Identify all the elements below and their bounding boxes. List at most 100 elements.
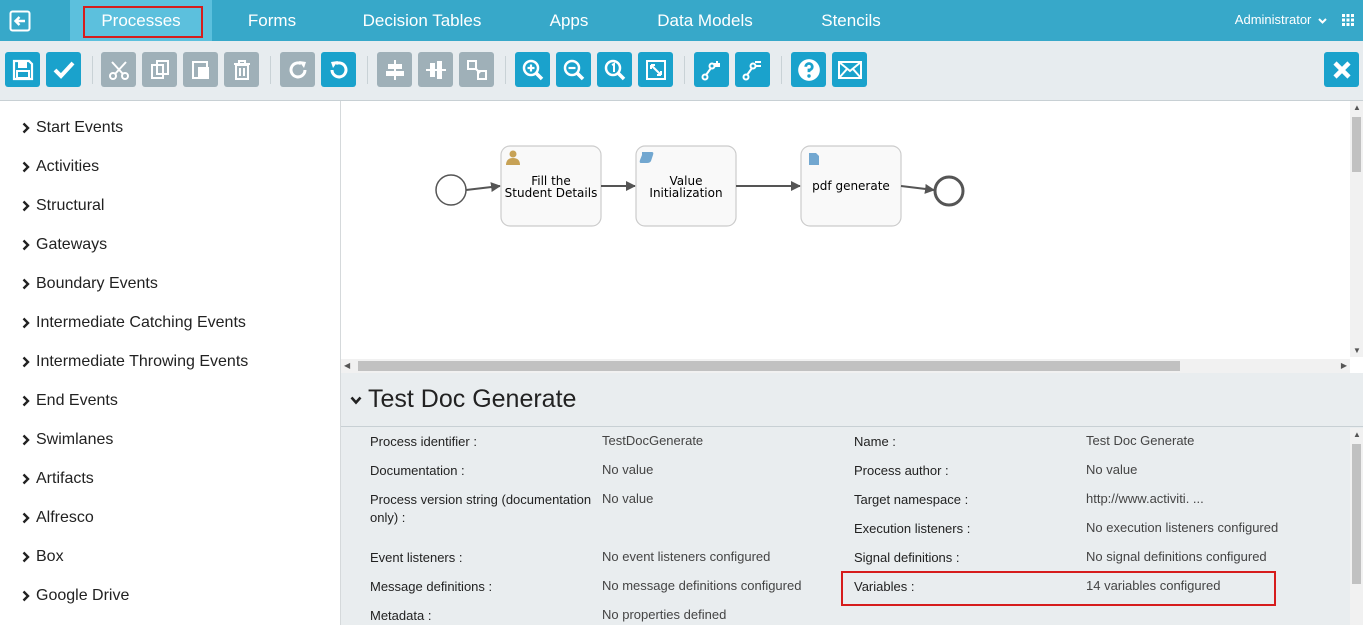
envelope-icon [837,60,862,79]
canvas-horizontal-scrollbar[interactable]: ◀ ▶ [341,359,1350,373]
palette-group-boundary-events[interactable]: Boundary Events [22,273,158,295]
chevron-down-icon [1318,18,1327,24]
grid-icon[interactable] [1342,14,1354,26]
palette-group-intermediate-catching-events[interactable]: Intermediate Catching Events [22,312,246,334]
scrollbar-thumb[interactable] [358,361,1180,371]
palette-group-end-events[interactable]: End Events [22,390,118,412]
diagram-canvas[interactable]: Fill the Student Details Value Initializ… [341,101,1363,373]
toolbar-separator [505,56,506,84]
save-button[interactable] [5,52,40,87]
tab-decision-tables[interactable]: Decision Tables [342,0,502,41]
palette-group-label: Structural [36,197,105,214]
close-editor-button[interactable] [1324,52,1359,87]
remove-bendpoint-button[interactable] [735,52,770,87]
tab-data-models[interactable]: Data Models [640,0,770,41]
scroll-up-arrow[interactable]: ▲ [1353,430,1361,439]
validate-button[interactable] [46,52,81,87]
palette-group-label: Swimlanes [36,431,114,448]
scroll-left-arrow[interactable]: ◀ [344,361,350,370]
chevron-right-icon [22,551,30,563]
copy-button[interactable] [142,52,177,87]
sequence-flow[interactable] [465,182,501,193]
same-size-button[interactable] [459,52,494,87]
delete-button[interactable] [224,52,259,87]
align-vertical-button[interactable] [418,52,453,87]
sequence-flow[interactable] [900,183,935,194]
zoom-out-icon [563,59,584,80]
property-value[interactable]: 14 variables configured [1086,578,1220,594]
palette-group-gateways[interactable]: Gateways [22,234,107,256]
scroll-up-arrow[interactable]: ▲ [1353,103,1361,112]
property-value[interactable]: http://www.activiti. ... [1086,491,1204,507]
zoom-out-button[interactable] [556,52,591,87]
property-value[interactable]: No value [1086,462,1137,478]
property-value[interactable]: No value [602,462,653,478]
save-icon [12,59,33,80]
undo-button[interactable] [321,52,356,87]
palette-group-alfresco[interactable]: Alfresco [22,507,94,529]
paste-icon [191,60,209,79]
palette-group-label: Artifacts [36,470,94,487]
property-value[interactable]: No event listeners configured [602,549,770,565]
redo-icon [289,60,306,78]
property-label: Event listeners : [370,550,463,565]
palette-group-structural[interactable]: Structural [22,195,104,217]
trash-icon [233,59,250,80]
property-value[interactable]: No value [602,491,653,507]
top-navigation-bar: Processes Forms Decision Tables Apps Dat… [0,0,1363,48]
task-label-line: pdf generate [812,179,890,193]
document-task-icon [809,153,819,165]
property-label: Target namespace : [854,492,969,507]
scrollbar-thumb[interactable] [1352,117,1361,172]
feedback-button[interactable] [832,52,867,87]
property-value[interactable]: No message definitions configured [602,578,801,594]
process-diagram [435,145,965,227]
property-label: Signal definitions : [854,550,960,565]
scroll-right-arrow[interactable]: ▶ [1341,361,1347,370]
start-event[interactable] [435,174,467,206]
property-label: Process identifier : [370,434,477,449]
zoom-in-button[interactable] [515,52,550,87]
cut-button[interactable] [101,52,136,87]
chevron-right-icon [22,395,30,407]
toolbar-separator [270,56,271,84]
property-value[interactable]: No execution listeners configured [1086,520,1278,536]
zoom-actual-size-button[interactable] [597,52,632,87]
property-value[interactable]: TestDocGenerate [602,433,703,449]
back-icon[interactable] [9,10,31,32]
properties-header[interactable]: Test Doc Generate [341,373,1363,427]
property-label: Process author : [854,463,949,478]
property-value[interactable]: No properties defined [602,607,726,623]
properties-vertical-scrollbar[interactable]: ▲ [1350,428,1363,625]
chevron-right-icon [22,200,30,212]
end-event[interactable] [933,175,965,207]
palette-group-google-drive[interactable]: Google Drive [22,585,129,607]
align-horizontal-button[interactable] [377,52,412,87]
zoom-fit-button[interactable] [638,52,673,87]
palette-group-box[interactable]: Box [22,546,64,568]
palette-group-intermediate-throwing-events[interactable]: Intermediate Throwing Events [22,351,248,373]
task-label-line: Initialization [649,186,723,200]
scrollbar-thumb[interactable] [1352,444,1361,584]
property-value[interactable]: No signal definitions configured [1086,549,1267,565]
toolbar-separator [92,56,93,84]
palette-group-artifacts[interactable]: Artifacts [22,468,94,490]
tab-apps[interactable]: Apps [522,0,616,41]
paste-button[interactable] [183,52,218,87]
palette-group-activities[interactable]: Activities [22,156,99,178]
tab-processes[interactable]: Processes [70,0,212,48]
property-value[interactable]: Test Doc Generate [1086,433,1194,449]
redo-button[interactable] [280,52,315,87]
help-button[interactable] [791,52,826,87]
tab-forms[interactable]: Forms [222,0,322,41]
user-name: Administrator [1234,12,1312,27]
palette-group-swimlanes[interactable]: Swimlanes [22,429,113,451]
user-menu[interactable]: Administrator [1235,12,1327,27]
copy-icon [150,59,169,79]
palette-group-start-events[interactable]: Start Events [22,117,123,139]
tab-stencils[interactable]: Stencils [800,0,902,41]
add-bendpoint-button[interactable] [694,52,729,87]
property-label: Execution listeners : [854,521,971,536]
canvas-vertical-scrollbar[interactable]: ▲ ▼ [1350,101,1363,357]
scroll-down-arrow[interactable]: ▼ [1353,346,1361,355]
